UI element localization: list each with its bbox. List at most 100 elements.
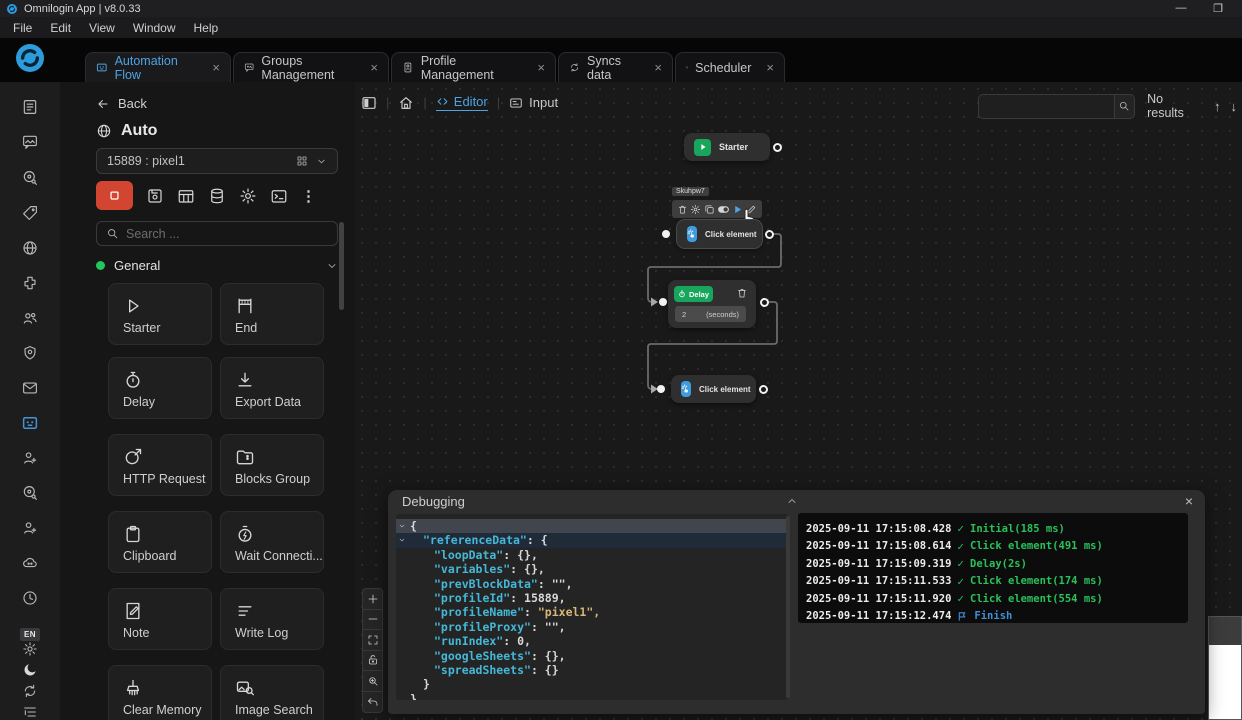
minimize-button[interactable]: — <box>1166 0 1196 16</box>
rail-clock-icon[interactable] <box>22 590 39 607</box>
rail-list-icon[interactable] <box>22 704 38 720</box>
menu-file[interactable]: File <box>4 19 41 37</box>
block-write-log[interactable]: Write Log <box>220 588 324 650</box>
settings-button[interactable] <box>239 187 257 205</box>
fit-view-button[interactable] <box>363 630 382 651</box>
node-starter[interactable]: Starter <box>684 133 770 161</box>
zoom-in-button[interactable] <box>363 589 382 610</box>
rail-globe-icon[interactable] <box>22 240 39 257</box>
json-line[interactable]: "runIndex": 0, <box>396 634 788 648</box>
json-line[interactable]: { <box>396 519 788 533</box>
rail-add-user2-icon[interactable] <box>22 520 39 537</box>
block-clipboard[interactable]: Clipboard <box>108 511 212 573</box>
rail-refresh-icon[interactable] <box>22 683 38 699</box>
json-line[interactable]: "profileName": "pixel1", <box>396 605 788 619</box>
collapse-panel-icon[interactable] <box>786 495 798 507</box>
tab-close-icon[interactable]: × <box>529 60 545 75</box>
rail-team-icon[interactable] <box>22 310 39 327</box>
back-button[interactable]: Back <box>96 96 147 111</box>
json-line[interactable]: "profileProxy": "", <box>396 620 788 634</box>
rail-cloud-icon[interactable] <box>22 555 39 572</box>
tab-scheduler[interactable]: Scheduler × <box>675 52 785 82</box>
delay-input-port[interactable] <box>659 298 667 306</box>
json-line[interactable]: "prevBlockData": "", <box>396 577 788 591</box>
tab-close-icon[interactable]: × <box>758 60 774 75</box>
block-wait-connection[interactable]: Wait Connecti... <box>220 511 324 573</box>
section-general[interactable]: General <box>96 258 338 273</box>
rail-add-user-icon[interactable] <box>22 450 39 467</box>
block-image-search[interactable]: Image Search <box>220 665 324 720</box>
more-options-button[interactable]: ⋮ <box>301 187 316 205</box>
rail-mail-icon[interactable] <box>22 380 39 397</box>
close-debug-icon[interactable]: × <box>1185 493 1193 509</box>
debug-log-console[interactable]: 2025-09-11 17:15:08.428✓Initial(185 ms) … <box>798 513 1188 623</box>
block-starter[interactable]: Starter <box>108 283 212 345</box>
delay-seconds-field[interactable]: 2 (seconds) <box>675 306 746 322</box>
json-line[interactable]: "spreadSheets": {} <box>396 663 788 677</box>
node-click-element-2[interactable]: Click element <box>671 375 756 403</box>
tab-profile-management[interactable]: Profile Management × <box>391 52 556 82</box>
window-preview-thumbnail[interactable] <box>1208 616 1242 720</box>
panel-scrollbar[interactable] <box>339 222 344 310</box>
database-button[interactable] <box>208 187 226 205</box>
delay-pill[interactable]: Delay <box>674 286 713 302</box>
debug-json-viewer[interactable]: { "referenceData": { "loopData": {}, "va… <box>396 514 788 700</box>
click2-output-port[interactable] <box>759 385 768 394</box>
delete-icon[interactable] <box>677 204 688 215</box>
menu-view[interactable]: View <box>80 19 124 37</box>
tab-close-icon[interactable]: × <box>204 60 220 75</box>
tab-groups-management[interactable]: Groups Management × <box>233 52 389 82</box>
rail-badge-icon[interactable] <box>22 345 39 362</box>
rail-disc-key-icon[interactable] <box>22 170 39 187</box>
node-delay[interactable]: Delay 2 (seconds) <box>668 280 756 328</box>
tab-syncs-data[interactable]: Syncs data × <box>558 52 673 82</box>
tab-close-icon[interactable]: × <box>646 60 662 75</box>
rail-theme-moon-icon[interactable] <box>22 662 38 678</box>
rail-disc-key2-icon[interactable] <box>22 485 39 502</box>
json-line[interactable]: } <box>396 692 788 700</box>
block-delay[interactable]: Delay <box>108 357 212 419</box>
menu-help[interactable]: Help <box>185 19 228 37</box>
menu-edit[interactable]: Edit <box>41 19 80 37</box>
blocks-search-input[interactable] <box>126 227 306 241</box>
delay-output-port[interactable] <box>760 298 769 307</box>
block-note[interactable]: Note <box>108 588 212 650</box>
block-clear-memory[interactable]: Clear Memory <box>108 665 212 720</box>
stop-button[interactable] <box>96 181 133 210</box>
undo-button[interactable] <box>363 692 382 713</box>
terminal-button[interactable] <box>270 187 288 205</box>
delete-icon[interactable] <box>736 287 748 299</box>
rail-banner-icon[interactable] <box>22 134 39 151</box>
starter-output-port[interactable] <box>773 143 782 152</box>
block-export-data[interactable]: Export Data <box>220 357 324 419</box>
lock-button[interactable] <box>363 651 382 672</box>
profile-select[interactable]: 15889 : pixel1 <box>96 148 338 174</box>
zoom-settings-button[interactable] <box>363 671 382 692</box>
json-line[interactable]: "loopData": {}, <box>396 548 788 562</box>
toggle-on-icon[interactable] <box>717 204 730 215</box>
zoom-out-button[interactable] <box>363 610 382 631</box>
tab-automation-flow[interactable]: Automation Flow × <box>85 52 231 82</box>
block-blocks-group[interactable]: Blocks Group <box>220 434 324 496</box>
node-click-element-1[interactable]: Click element <box>677 220 762 248</box>
json-line[interactable]: "profileId": 15889, <box>396 591 788 605</box>
duplicate-icon[interactable] <box>704 204 715 215</box>
block-end[interactable]: End <box>220 283 324 345</box>
rail-settings-icon[interactable] <box>22 641 38 657</box>
click1-input-port[interactable] <box>662 230 670 238</box>
table-button[interactable] <box>177 187 195 205</box>
language-badge[interactable]: EN <box>20 624 40 642</box>
restore-button[interactable]: ❐ <box>1203 0 1233 16</box>
json-line[interactable]: "referenceData": { <box>396 533 788 547</box>
block-http-request[interactable]: HTTP Request <box>108 434 212 496</box>
gear-icon[interactable] <box>690 204 701 215</box>
click1-output-port[interactable] <box>765 230 774 239</box>
menu-window[interactable]: Window <box>124 19 185 37</box>
json-line[interactable]: } <box>396 677 788 691</box>
json-line[interactable]: "variables": {}, <box>396 562 788 576</box>
json-scrollbar[interactable] <box>786 516 790 698</box>
tab-close-icon[interactable]: × <box>362 60 378 75</box>
rail-notes-icon[interactable] <box>22 99 39 116</box>
blocks-search[interactable] <box>96 221 338 246</box>
json-line[interactable]: "googleSheets": {}, <box>396 649 788 663</box>
